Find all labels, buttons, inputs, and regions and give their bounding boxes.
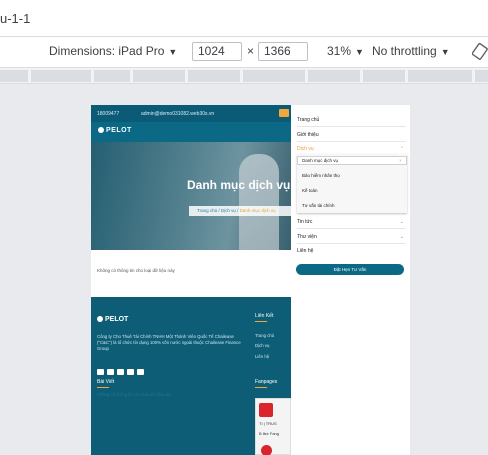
- email-text[interactable]: admin@demo031082.web30s.vn: [141, 111, 214, 117]
- mobile-menu-panel: Trang chủ Giới thiệu Dịch vụ ⌃ Danh mục …: [291, 105, 410, 455]
- menu-item-contact[interactable]: Liên hệ: [297, 248, 313, 254]
- menu-item-news[interactable]: Tin tức: [297, 219, 312, 225]
- menu-divider: [297, 228, 406, 229]
- hero-overlay: [91, 142, 291, 250]
- services-submenu: Danh mục dịch vụ › Bảo hiểm nhân thọ Kế …: [297, 154, 407, 213]
- breadcrumb: Trang chủ / Dịch vụ / Danh mục dịch vụ: [189, 206, 291, 216]
- menu-item-library[interactable]: Thư viện: [297, 234, 317, 240]
- chevron-down-icon[interactable]: ⌄: [400, 219, 404, 225]
- url-text[interactable]: u-1-1: [0, 11, 30, 26]
- emulated-viewport: 18009477 admin@demo031082.web30s.vn PELO…: [91, 105, 410, 455]
- throttle-dropdown[interactable]: No throttling ▼: [372, 44, 450, 58]
- breadcrumb-current: Danh mục dịch vụ: [239, 208, 276, 213]
- device-dropdown[interactable]: Dimensions: iPad Pro ▼: [49, 44, 177, 58]
- submenu-item-financial-advice[interactable]: Tư vấn tài chính: [302, 203, 335, 208]
- posts-notice: Không có thông tin cho loại dữ liệu này: [97, 392, 172, 397]
- caret-down-icon: ▼: [355, 47, 364, 57]
- ruler-segment[interactable]: [243, 70, 305, 82]
- device-toolbar: Dimensions: iPad Pro ▼ 1024 × 1366 31% ▼ N…: [0, 37, 488, 67]
- ruler-segment[interactable]: [363, 70, 405, 82]
- footer-description: Công ty Cho Thuê Tài Chính TNHH Một Thàn…: [97, 334, 241, 351]
- ruler-segment[interactable]: [133, 70, 185, 82]
- posts-heading: Bài Viết: [97, 379, 115, 385]
- menu-toggle-button[interactable]: [279, 109, 289, 117]
- empty-notice: Không có thông tin cho loại dữ liệu này: [97, 268, 175, 273]
- zoom-dropdown[interactable]: 31% ▼: [327, 44, 364, 58]
- heading-underline: [97, 387, 109, 388]
- pinterest-icon[interactable]: [137, 369, 144, 375]
- breadcrumb-home[interactable]: Trang chủ: [197, 208, 217, 213]
- ruler-segment[interactable]: [94, 70, 130, 82]
- facebook-icon[interactable]: [97, 369, 104, 375]
- submenu-item-life-insurance[interactable]: Bảo hiểm nhân thọ: [302, 173, 340, 178]
- social-links: [97, 362, 147, 380]
- footer-link-services[interactable]: Dịch vụ: [255, 343, 269, 348]
- twitter-icon[interactable]: [117, 369, 124, 375]
- menu-divider: [297, 243, 406, 244]
- device-label: Dimensions: iPad Pro: [49, 44, 165, 58]
- fanpage-avatar: [261, 445, 272, 455]
- fanpage-text: TI | TRUS: [259, 421, 277, 426]
- logo-text: PELOT: [106, 127, 132, 134]
- youtube-icon[interactable]: [127, 369, 134, 375]
- fanpage-widget[interactable]: TI | TRUS B like Fang: [255, 398, 291, 455]
- caret-down-icon: ▼: [440, 47, 450, 57]
- fanpage-like-text: B like Fang: [259, 431, 280, 436]
- menu-item-home[interactable]: Trang chủ: [297, 117, 319, 123]
- zoom-label: 31%: [327, 44, 352, 58]
- fanpage-logo: [259, 403, 273, 417]
- times-sign: ×: [247, 44, 255, 58]
- menu-item-about[interactable]: Giới thiệu: [297, 132, 319, 138]
- chevron-up-icon[interactable]: ⌃: [400, 146, 404, 152]
- heading-underline: [255, 321, 267, 322]
- links-heading: Liên Kết: [255, 313, 274, 319]
- hero-banner: Danh mục dịch vụ Trang chủ / Dịch vụ / D…: [91, 142, 291, 250]
- menu-divider: [297, 141, 406, 142]
- heading-underline: [255, 387, 267, 388]
- rotate-icon[interactable]: [472, 42, 488, 60]
- fanpage-heading: Fanpages: [255, 379, 278, 385]
- submenu-item-service-catalog[interactable]: Danh mục dịch vụ: [302, 158, 338, 163]
- ruler-segment[interactable]: [308, 70, 360, 82]
- site-footer: PELOT Công ty Cho Thuê Tài Chính TNHH Mộ…: [91, 297, 291, 455]
- breadcrumb-services[interactable]: Dịch vụ: [221, 208, 236, 213]
- footer-logo[interactable]: PELOT: [97, 316, 128, 323]
- logo-mark-icon: [98, 127, 104, 133]
- devtools-screen: u-1-1 Dimensions: iPad Pro ▼ 1024 × 1366 …: [0, 0, 488, 455]
- ruler-segment[interactable]: [188, 70, 240, 82]
- url-bar[interactable]: u-1-1: [0, 0, 488, 36]
- footer-link-contact[interactable]: Liên hệ: [255, 354, 269, 359]
- submenu-item-accounting[interactable]: Kế toán: [302, 188, 318, 193]
- caret-down-icon: ▼: [168, 47, 178, 57]
- menu-item-services[interactable]: Dịch vụ: [297, 146, 314, 152]
- media-query-ruler: [0, 67, 488, 84]
- ruler-segment[interactable]: [0, 70, 28, 82]
- footer-logo-text: PELOT: [105, 316, 129, 323]
- site-logo[interactable]: PELOT: [98, 127, 132, 137]
- phone-text[interactable]: 18009477: [97, 111, 119, 117]
- x-icon[interactable]: [107, 369, 114, 375]
- ruler-segment[interactable]: [475, 70, 488, 82]
- ruler-segment[interactable]: [408, 70, 472, 82]
- chevron-right-icon[interactable]: ›: [399, 158, 401, 164]
- throttle-label: No throttling: [372, 44, 437, 58]
- hero-title: Danh mục dịch vụ: [187, 178, 291, 192]
- height-input[interactable]: 1366: [258, 42, 308, 61]
- chevron-down-icon[interactable]: ⌄: [400, 234, 404, 240]
- footer-link-home[interactable]: Trang chủ: [255, 333, 274, 338]
- width-input[interactable]: 1024: [192, 42, 242, 61]
- book-consultation-button[interactable]: Đặt Hẹn Tư Vấn: [296, 264, 404, 275]
- menu-divider: [297, 126, 406, 127]
- ruler-segment[interactable]: [31, 70, 91, 82]
- site-navbar: PELOT: [91, 122, 291, 142]
- logo-mark-icon: [97, 316, 103, 322]
